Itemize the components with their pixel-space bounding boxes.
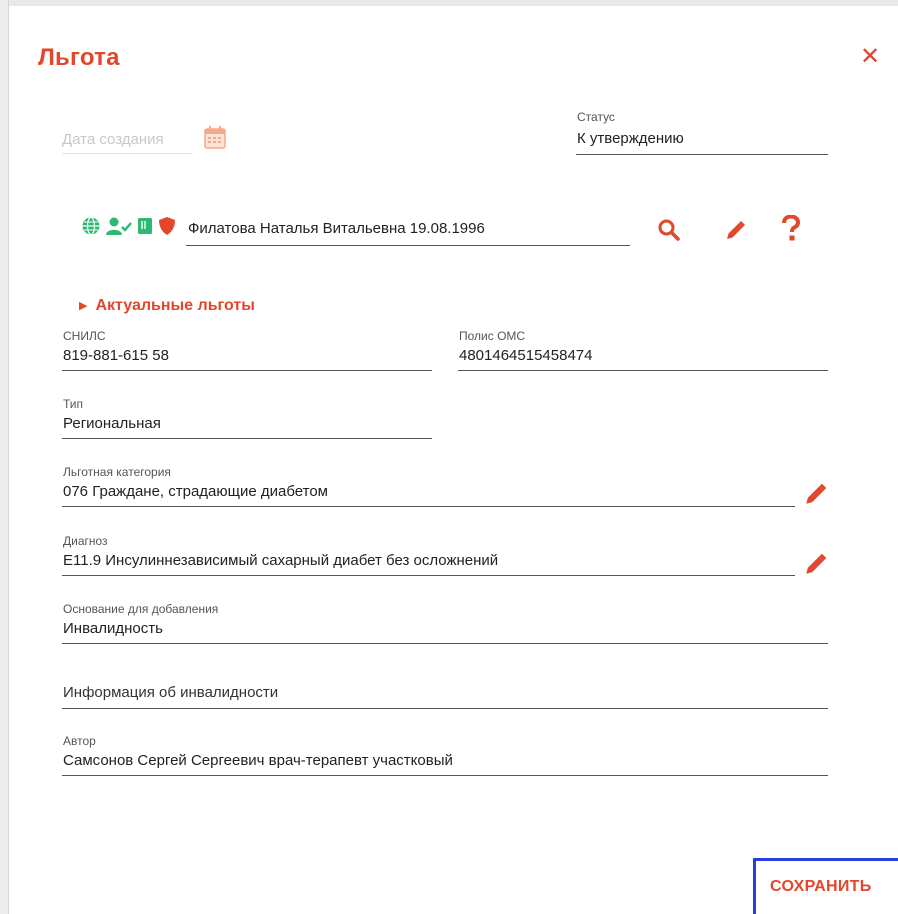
disability-info-input[interactable]: Информация об инвалидности	[62, 678, 828, 709]
snils-label: СНИЛС	[63, 329, 106, 343]
snils-field[interactable]: СНИЛС 819-881-615 58	[62, 327, 432, 371]
diagnosis-label: Диагноз	[63, 534, 108, 548]
patient-value: Филатова Наталья Витальевна 19.08.1996	[188, 220, 485, 237]
snils-value: 819-881-615 58	[63, 347, 169, 364]
triangle-right-icon: ▶	[79, 300, 88, 312]
benefit-category-field[interactable]: Льготная категория 076 Граждане, страдаю…	[62, 463, 795, 507]
shield-icon	[158, 216, 176, 241]
window-frame-top	[0, 0, 898, 6]
status-label: Статус	[577, 110, 615, 124]
edit-category-pencil-icon[interactable]	[803, 481, 829, 512]
user-check-icon	[106, 216, 132, 241]
disability-info-placeholder: Информация об инвалидности	[63, 684, 279, 701]
card-icon	[137, 217, 153, 240]
type-label: Тип	[63, 397, 84, 411]
creation-date-input[interactable]: Дата создания	[62, 128, 192, 154]
globe-icon	[81, 216, 101, 241]
diagnosis-field[interactable]: Диагноз E11.9 Инсулиннезависимый сахарны…	[62, 532, 795, 576]
question-icon[interactable]	[780, 214, 802, 248]
save-button[interactable]: СОХРАНИТЬ	[770, 878, 872, 896]
type-value: Региональная	[63, 415, 161, 432]
actual-benefits-label: Актуальные льготы	[95, 297, 255, 314]
actual-benefits-toggle[interactable]: ▶ Актуальные льготы	[79, 297, 255, 315]
author-value: Самсонов Сергей Сергеевич врач-терапевт …	[63, 752, 453, 769]
oms-value: 4801464515458474	[459, 347, 593, 364]
search-icon[interactable]	[657, 218, 681, 247]
benefit-category-label: Льготная категория	[63, 465, 171, 479]
status-field[interactable]: Статус К утверждению	[576, 108, 828, 155]
type-field[interactable]: Тип Региональная	[62, 395, 432, 439]
benefit-category-value: 076 Граждане, страдающие диабетом	[63, 483, 328, 500]
author-field[interactable]: Автор Самсонов Сергей Сергеевич врач-тер…	[62, 732, 828, 776]
author-label: Автор	[63, 734, 96, 748]
window-frame-left	[0, 0, 9, 914]
pencil-icon[interactable]	[723, 219, 747, 248]
patient-badges	[81, 216, 176, 241]
status-value: К утверждению	[577, 130, 684, 147]
calendar-icon[interactable]	[202, 124, 228, 157]
close-icon[interactable]: ✕	[860, 44, 880, 70]
patient-field[interactable]: Филатова Наталья Витальевна 19.08.1996	[186, 216, 630, 246]
dialog-title: Льгота	[38, 44, 120, 71]
oms-label: Полис ОМС	[459, 329, 526, 343]
basis-field[interactable]: Основание для добавления Инвалидность	[62, 600, 828, 644]
save-button-focus-frame: СОХРАНИТЬ	[753, 858, 898, 914]
basis-value: Инвалидность	[63, 620, 163, 637]
oms-field[interactable]: Полис ОМС 4801464515458474	[458, 327, 828, 371]
basis-label: Основание для добавления	[63, 602, 219, 616]
edit-diagnosis-pencil-icon[interactable]	[803, 551, 829, 582]
diagnosis-value: E11.9 Инсулиннезависимый сахарный диабет…	[63, 552, 499, 569]
